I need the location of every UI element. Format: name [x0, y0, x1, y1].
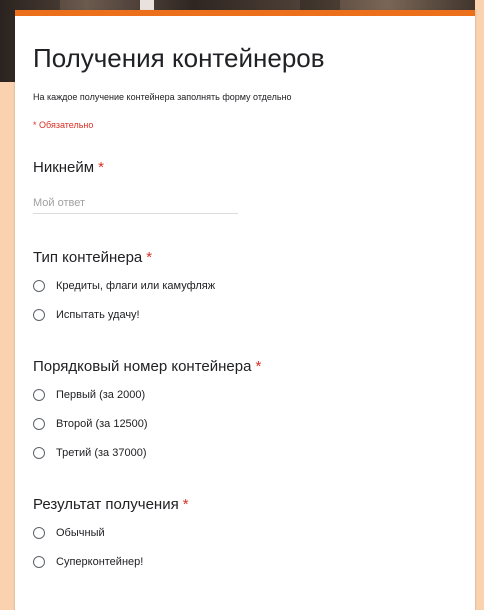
radio-option-first[interactable]: Первый (за 2000)	[33, 386, 145, 404]
radio-button[interactable]	[33, 280, 45, 292]
radio-button[interactable]	[33, 418, 45, 430]
radio-button[interactable]	[33, 309, 45, 321]
radio-option-luck[interactable]: Испытать удачу!	[33, 306, 140, 324]
radio-option-second[interactable]: Второй (за 12500)	[33, 415, 148, 433]
question-container-type-title: Тип контейнера *	[33, 248, 152, 268]
radio-button[interactable]	[33, 527, 45, 539]
radio-button[interactable]	[33, 556, 45, 568]
option-label: Первый (за 2000)	[56, 389, 146, 401]
required-star: *	[146, 249, 153, 266]
question-result-title: Результат получения *	[33, 495, 189, 515]
required-star: *	[182, 496, 189, 513]
page-background-strip	[475, 0, 484, 600]
option-label: Третий (за 37000)	[56, 447, 147, 459]
question-container-number-title: Порядковый номер контейнера *	[33, 357, 261, 377]
form-title: Получения контейнеров	[33, 43, 325, 73]
form-accent-bar	[15, 10, 475, 16]
option-label: Суперконтейнер!	[56, 556, 144, 568]
question-label: Никнейм	[33, 159, 95, 176]
form-card: Получения контейнеров На каждое получени…	[15, 10, 475, 610]
radio-option-super[interactable]: Суперконтейнер!	[33, 553, 143, 571]
nickname-input[interactable]	[33, 193, 238, 214]
form-description: На каждое получение контейнера заполнять…	[33, 92, 292, 102]
question-label: Результат получения	[33, 496, 179, 513]
option-label: Второй (за 12500)	[56, 418, 148, 430]
option-label: Испытать удачу!	[56, 309, 140, 321]
radio-button[interactable]	[33, 389, 45, 401]
radio-option-credits[interactable]: Кредиты, флаги или камуфляж	[33, 277, 215, 295]
question-nickname-title: Никнейм *	[33, 158, 104, 178]
question-label: Тип контейнера	[33, 249, 143, 266]
option-label: Обычный	[56, 527, 105, 539]
required-star: *	[98, 159, 104, 176]
required-note: * Обязательно	[33, 120, 94, 130]
radio-button[interactable]	[33, 447, 45, 459]
option-label: Кредиты, флаги или камуфляж	[56, 280, 216, 292]
radio-option-regular[interactable]: Обычный	[33, 524, 105, 542]
question-label: Порядковый номер контейнера	[33, 358, 252, 375]
required-star: *	[255, 358, 262, 375]
radio-option-third[interactable]: Третий (за 37000)	[33, 444, 147, 462]
